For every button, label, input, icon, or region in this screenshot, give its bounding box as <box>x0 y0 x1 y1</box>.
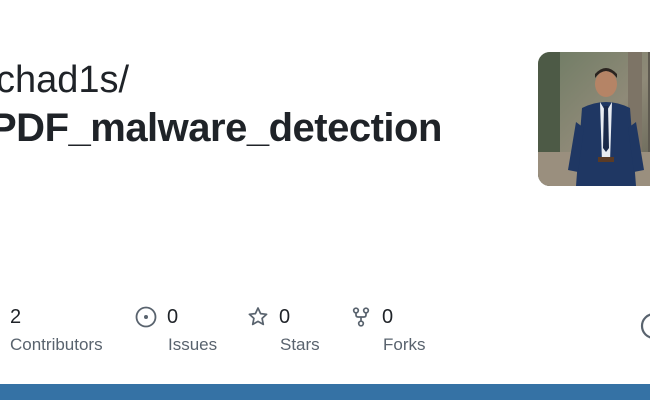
stars-count: 0 <box>279 306 291 328</box>
repo-name[interactable]: PDF_malware_detection <box>0 104 442 152</box>
github-logo-icon <box>640 312 650 340</box>
repo-forked-icon <box>350 306 372 328</box>
issues-count: 0 <box>167 306 179 328</box>
stat-issues[interactable]: 0 Issues <box>135 304 217 356</box>
forks-label: Forks <box>383 335 426 354</box>
issues-label: Issues <box>168 335 218 354</box>
owner-avatar[interactable] <box>538 52 650 186</box>
stat-forks[interactable]: 0 Forks <box>350 304 426 356</box>
repo-stats: 2 Contributors 0 Issues 0 Stars 0 Forks <box>0 304 650 364</box>
repo-social-card: chad1s/ PDF_malware_detection 2 Contribu… <box>0 0 650 400</box>
stars-label: Stars <box>280 335 320 354</box>
issue-opened-icon <box>135 306 157 328</box>
repo-owner[interactable]: chad1s/ <box>0 58 129 102</box>
stat-stars[interactable]: 0 Stars <box>247 304 320 356</box>
language-bar <box>0 384 650 400</box>
stat-contributors[interactable]: 2 Contributors <box>10 304 103 356</box>
avatar-photo <box>538 52 650 186</box>
star-icon <box>247 306 269 328</box>
contributors-count: 2 <box>10 306 22 328</box>
forks-count: 0 <box>382 306 394 328</box>
contributors-label: Contributors <box>10 335 103 354</box>
